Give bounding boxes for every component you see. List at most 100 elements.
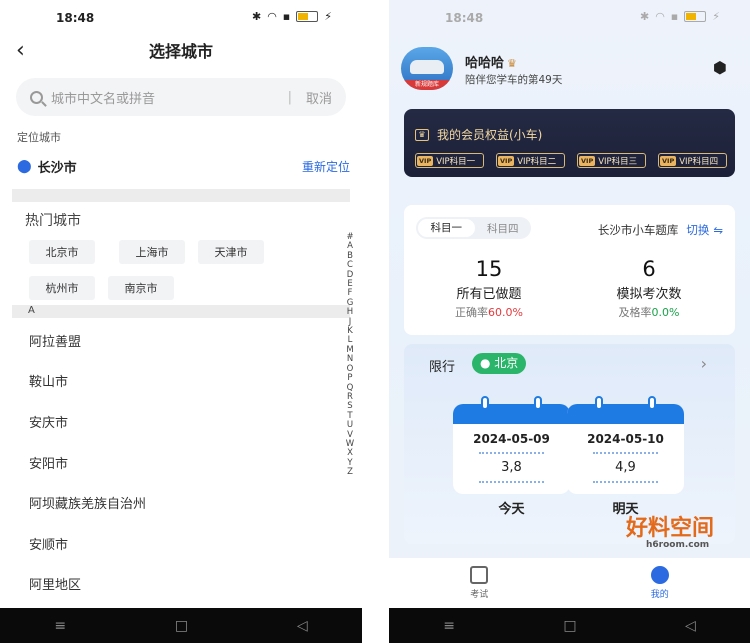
section-divider bbox=[12, 189, 350, 202]
status-bar: 18:48 ✱ ◠ ▪ ⚡ bbox=[389, 8, 750, 28]
city-list-item[interactable]: 阿里地区 bbox=[29, 564, 146, 605]
cancel-button[interactable]: 取消 bbox=[306, 88, 332, 107]
home-icon[interactable]: □ bbox=[175, 618, 188, 634]
tab-subject-one[interactable]: 科目一 bbox=[418, 219, 475, 237]
done-stat[interactable]: 15 所有已做题 正确率60.0% bbox=[414, 257, 564, 320]
user-name-row: 哈哈哈 ♛ bbox=[465, 52, 517, 71]
pass-rate-label: 及格率 bbox=[618, 306, 652, 319]
hot-city-chip[interactable]: 杭州市 bbox=[29, 276, 95, 300]
switch-button[interactable]: 切换 bbox=[686, 223, 709, 237]
user-name: 哈哈哈 bbox=[465, 56, 505, 71]
index-letter[interactable]: Z bbox=[345, 467, 355, 477]
status-bar: 18:48 ✱ ◠ ▪ ⚡ bbox=[0, 8, 362, 28]
bluetooth-icon: ✱ bbox=[251, 10, 262, 23]
location-section-label: 定位城市 bbox=[17, 131, 61, 144]
question-bank: 长沙市小车题库 切换 ⇋ bbox=[598, 222, 723, 238]
limit-day-card: 2024-05-10 4,9 bbox=[567, 396, 684, 494]
menu-icon[interactable]: ≡ bbox=[443, 618, 455, 634]
hot-city-chip[interactable]: 北京市 bbox=[29, 240, 95, 264]
limit-numbers: 3,8 bbox=[501, 460, 522, 475]
menu-icon[interactable]: ≡ bbox=[54, 618, 66, 634]
tab-exam[interactable]: 考试 bbox=[389, 558, 570, 608]
day-label: 今天 bbox=[498, 502, 525, 517]
city-list-item[interactable]: 阿坝藏族羌族自治州 bbox=[29, 482, 146, 523]
group-header-a: A bbox=[12, 305, 350, 318]
tab-subject-four[interactable]: 科目四 bbox=[475, 221, 532, 236]
back-icon[interactable]: ◁ bbox=[685, 618, 696, 634]
back-icon[interactable]: ◁ bbox=[297, 618, 308, 634]
done-count: 15 bbox=[475, 257, 503, 281]
alphabet-index[interactable]: # A B C D E F G H J K L M N O P Q R S T U V W X Y Z bbox=[345, 232, 355, 478]
limit-city-badge[interactable]: ● 北京 bbox=[472, 353, 527, 374]
exam-icon bbox=[470, 566, 489, 584]
city-list-item[interactable]: 安庆市 bbox=[29, 401, 146, 442]
car-image bbox=[410, 60, 444, 74]
vip-card[interactable]: ♛ 我的会员权益(小车) VIP VIP科目一 VIP VIP科目二 VIP VIP科目… bbox=[404, 109, 735, 177]
watermark-url: h6room.com bbox=[646, 540, 710, 550]
hot-city-chip[interactable]: 南京市 bbox=[108, 276, 174, 300]
subject-toggle[interactable]: 科目一 科目四 bbox=[416, 217, 531, 239]
chevron-right-icon[interactable]: › bbox=[701, 354, 707, 373]
system-nav-bar: ≡ □ ◁ bbox=[0, 608, 362, 643]
vip-badge[interactable]: VIP VIP科目二 bbox=[496, 153, 565, 168]
city-list: 阿拉善盟 鞍山市 安庆市 安阳市 阿坝藏族羌族自治州 安顺市 阿里地区 bbox=[29, 320, 146, 604]
hot-city-chip[interactable]: 上海市 bbox=[119, 240, 185, 264]
watermark-text: 好料空间 bbox=[626, 516, 715, 541]
vip-badge[interactable]: VIP VIP科目三 bbox=[577, 153, 646, 168]
mock-stat[interactable]: 6 模拟考次数 及格率0.0% bbox=[574, 257, 724, 320]
limit-numbers: 4,9 bbox=[615, 460, 636, 475]
tab-mine[interactable]: 我的 bbox=[570, 558, 750, 608]
limit-day-card: 2024-05-09 3,8 bbox=[453, 396, 570, 494]
battery-icon bbox=[296, 11, 319, 22]
city-list-item[interactable]: 安顺市 bbox=[29, 523, 146, 564]
city-list-item[interactable]: 鞍山市 bbox=[29, 361, 146, 402]
home-icon[interactable]: □ bbox=[563, 618, 576, 634]
profile-icon bbox=[650, 566, 669, 584]
city-list-item[interactable]: 阿拉善盟 bbox=[29, 320, 146, 361]
current-location-row[interactable]: ⬤ 长沙市 重新定位 bbox=[17, 155, 350, 177]
vip-title: 我的会员权益(小车) bbox=[437, 128, 543, 142]
relocate-button[interactable]: 重新定位 bbox=[302, 158, 350, 175]
vip-crown-icon: ♛ bbox=[415, 128, 429, 141]
switch-icon[interactable]: ⇋ bbox=[713, 223, 723, 237]
location-pin-icon: ⬤ bbox=[17, 158, 32, 174]
mock-label: 模拟考次数 bbox=[616, 287, 682, 302]
status-icons: ✱ ◠ ▪ ⚡ bbox=[640, 10, 720, 23]
stats-card: 科目一 科目四 长沙市小车题库 切换 ⇋ 15 所有已做题 正确率60.0% 6 模… bbox=[404, 205, 735, 335]
current-city[interactable]: 长沙市 bbox=[38, 157, 77, 176]
settings-icon[interactable]: ⬢ bbox=[713, 58, 727, 77]
mock-count: 6 bbox=[642, 257, 656, 281]
sim-icon: ▪ bbox=[282, 10, 291, 23]
search-bar[interactable]: 城市中文名或拼音 | 取消 bbox=[16, 78, 346, 116]
search-input[interactable]: 城市中文名或拼音 bbox=[51, 88, 288, 107]
hot-city-chip[interactable]: 天津市 bbox=[198, 240, 264, 264]
limit-city: 北京 bbox=[494, 356, 519, 370]
status-icons: ✱ ◠ ▪ ⚡ bbox=[252, 10, 332, 23]
search-icon bbox=[30, 90, 43, 104]
search-divider: | bbox=[287, 89, 292, 105]
wifi-icon: ◠ bbox=[267, 10, 277, 23]
tab-label: 考试 bbox=[470, 590, 489, 600]
city-list-item[interactable]: 安阳市 bbox=[29, 442, 146, 483]
tab-label: 我的 bbox=[650, 590, 669, 600]
limit-title: 限行 bbox=[429, 360, 456, 375]
vip-badge-label: VIP科目二 bbox=[517, 156, 557, 167]
limit-date: 2024-05-10 bbox=[587, 432, 664, 446]
crown-icon: ♛ bbox=[507, 57, 517, 70]
hot-cities-title: 热门城市 bbox=[25, 213, 81, 229]
status-time: 18:48 bbox=[56, 11, 95, 25]
vip-badge[interactable]: VIP VIP科目四 bbox=[658, 153, 727, 168]
vip-badge[interactable]: VIP VIP科目一 bbox=[415, 153, 484, 168]
avatar[interactable]: 新规题库 bbox=[401, 47, 453, 90]
bank-name: 长沙市小车题库 bbox=[597, 223, 679, 237]
user-subtitle: 陪伴您学车的第49天 bbox=[465, 74, 563, 86]
wifi-icon: ◠ bbox=[655, 10, 665, 23]
pass-rate-value: 0.0% bbox=[651, 306, 680, 319]
done-label: 所有已做题 bbox=[456, 287, 522, 302]
vip-badge-label: VIP科目四 bbox=[679, 156, 719, 167]
pin-icon: ● bbox=[480, 356, 495, 370]
page-title: 选择城市 bbox=[148, 42, 213, 61]
sim-icon: ▪ bbox=[670, 10, 679, 23]
avatar-label: 新规题库 bbox=[401, 80, 453, 90]
charging-icon: ⚡ bbox=[324, 10, 332, 23]
